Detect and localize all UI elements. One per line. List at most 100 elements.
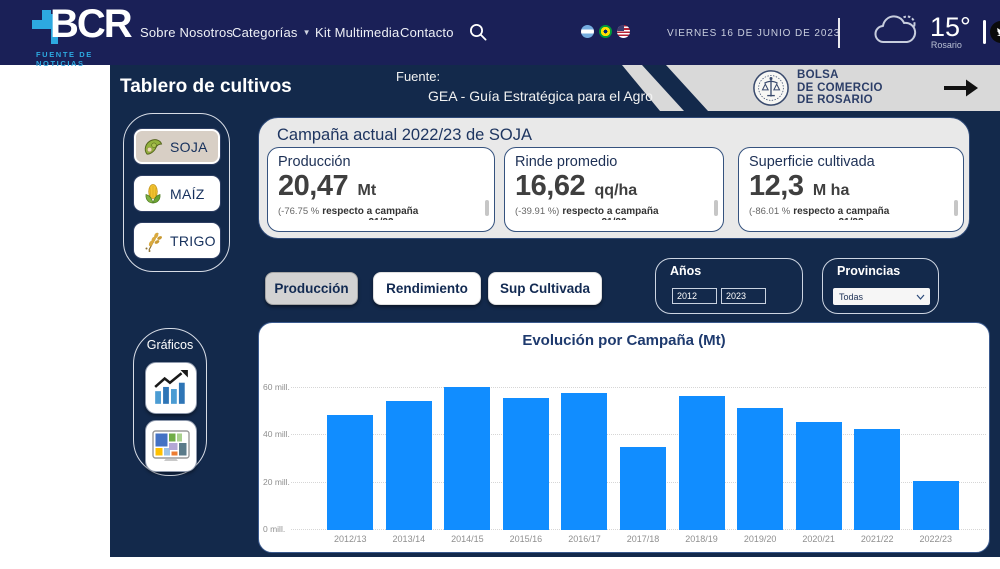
dashboard-header-band: Tablero de cultivos Fuente: GEA - Guía E… bbox=[110, 65, 1000, 111]
social-widget bbox=[983, 20, 1000, 44]
kpi-card-note: (-76.75 %respecto a campaña 21/22 bbox=[278, 204, 484, 220]
y-axis-tick: 40 mill. bbox=[263, 429, 293, 439]
provincias-dropdown[interactable]: Todas bbox=[833, 288, 930, 305]
current-date: VIERNES 16 DE JUNIO DE 2023 bbox=[667, 28, 840, 39]
kpi-card-produccion: Producción 20,47 Mt (-76.75 %respecto a … bbox=[267, 147, 495, 232]
trigo-icon bbox=[141, 229, 165, 253]
flag-eeuu-icon[interactable] bbox=[617, 25, 630, 38]
x-axis-tick: 2019/20 bbox=[731, 534, 790, 544]
crop-button-trigo[interactable]: TRIGO bbox=[133, 222, 221, 259]
graficos-panel: Gráficos bbox=[133, 328, 207, 476]
chart-bar[interactable] bbox=[327, 415, 373, 530]
social-divider bbox=[983, 20, 986, 44]
fuente-label: Fuente: bbox=[396, 69, 440, 84]
evolucion-chart-panel: Evolución por Campaña (Mt) 60 mill. 40 m… bbox=[258, 322, 990, 553]
chart-bar[interactable] bbox=[796, 422, 842, 530]
maiz-icon bbox=[141, 182, 165, 206]
chart-plot-area: 60 mill. 40 mill. 20 mill. 0 mill. bbox=[291, 367, 986, 530]
kpi-card-note: (-86.01 %respecto a campaña 21/22 bbox=[749, 204, 953, 220]
kpi-card-note: (-39.91 %)respecto a campaña 21/22 bbox=[515, 204, 713, 220]
graficos-label: Gráficos bbox=[134, 338, 206, 352]
crop-button-soja[interactable]: SOJA bbox=[133, 128, 221, 165]
bar-chart-view-button[interactable] bbox=[145, 362, 197, 414]
x-axis-tick: 2020/21 bbox=[789, 534, 848, 544]
bolsa-line1: BOLSA bbox=[797, 69, 883, 82]
metric-button-sup-cultivada[interactable]: Sup Cultivada bbox=[488, 272, 602, 305]
chart-bar[interactable] bbox=[854, 429, 900, 530]
chart-title: Evolución por Campaña (Mt) bbox=[259, 332, 989, 349]
chart-bar[interactable] bbox=[737, 408, 783, 530]
y-axis-tick: 20 mill. bbox=[263, 477, 293, 487]
chevron-down-icon: ▼ bbox=[303, 28, 311, 37]
x-axis-tick: 2022/23 bbox=[906, 534, 965, 544]
weather-temp: 15° bbox=[930, 12, 971, 42]
kpi-card-superficie: Superficie cultivada 12,3 M ha (-86.01 %… bbox=[738, 147, 964, 232]
bar-chart-arrow-icon bbox=[152, 369, 190, 407]
treemap-view-button[interactable] bbox=[145, 420, 197, 472]
twitter-icon[interactable] bbox=[990, 21, 1000, 43]
bolsa-line3: DE ROSARIO bbox=[797, 94, 883, 107]
nav-sobre-nosotros[interactable]: Sobre Nosotros bbox=[140, 25, 233, 40]
x-axis-tick: 2017/18 bbox=[614, 534, 673, 544]
x-axis-tick: 2018/19 bbox=[672, 534, 731, 544]
flag-brasil-icon[interactable] bbox=[599, 25, 612, 38]
chart-bar[interactable] bbox=[620, 447, 666, 530]
chart-bar[interactable] bbox=[386, 401, 432, 530]
next-arrow-icon[interactable] bbox=[943, 78, 979, 98]
crop-button-maiz[interactable]: MAÍZ bbox=[133, 175, 221, 212]
anio-hasta-input[interactable] bbox=[721, 288, 766, 304]
search-icon[interactable] bbox=[468, 22, 488, 42]
metric-button-rendimiento[interactable]: Rendimiento bbox=[373, 272, 481, 305]
page: BCR FUENTE DE NOTICIAS Sobre Nosotros Ca… bbox=[0, 0, 1000, 569]
x-axis-tick: 2012/13 bbox=[321, 534, 380, 544]
anios-filter: Años bbox=[655, 258, 803, 314]
provincias-label: Provincias bbox=[837, 264, 900, 278]
x-axis-tick: 2014/15 bbox=[438, 534, 497, 544]
kpi-card-unit: Mt bbox=[358, 182, 377, 199]
kpi-card-value: 12,3 bbox=[749, 170, 803, 202]
bolsa-seal-icon bbox=[752, 69, 790, 107]
dashboard-title: Tablero de cultivos bbox=[120, 76, 292, 98]
cloud-sun-icon bbox=[872, 12, 922, 48]
kpi-card-unit: M ha bbox=[813, 182, 849, 199]
card-scrollbar-thumb[interactable] bbox=[954, 200, 958, 216]
flag-argentina-icon[interactable] bbox=[581, 25, 594, 38]
chart-bars bbox=[321, 367, 965, 530]
kpi-card-label: Superficie cultivada bbox=[749, 154, 953, 170]
metric-button-produccion[interactable]: Producción bbox=[265, 272, 358, 305]
tablero-cultivos-dashboard: Tablero de cultivos Fuente: GEA - Guía E… bbox=[110, 65, 1000, 557]
chart-bar[interactable] bbox=[444, 387, 490, 530]
bolsa-line2: DE COMERCIO bbox=[797, 82, 883, 95]
card-scrollbar-thumb[interactable] bbox=[485, 200, 489, 216]
card-scrollbar-thumb[interactable] bbox=[714, 200, 718, 216]
kpi-card-rinde: Rinde promedio 16,62 qq/ha (-39.91 %)res… bbox=[504, 147, 724, 232]
fuente-value: GEA - Guía Estratégica para el Agro bbox=[428, 88, 653, 104]
kpi-card-label: Producción bbox=[278, 154, 484, 170]
nav-contacto[interactable]: Contacto bbox=[400, 25, 454, 40]
chart-bar[interactable] bbox=[561, 393, 607, 530]
kpi-panel: Campaña actual 2022/23 de SOJA Producció… bbox=[258, 117, 970, 239]
y-axis-tick: 60 mill. bbox=[263, 382, 293, 392]
nav-categorias[interactable]: Categorías▼ bbox=[232, 25, 311, 40]
chevron-down-icon bbox=[916, 294, 925, 300]
chart-bar[interactable] bbox=[679, 396, 725, 530]
x-axis-tick: 2016/17 bbox=[555, 534, 614, 544]
kpi-card-value: 20,47 bbox=[278, 170, 348, 202]
kpi-card-value: 16,62 bbox=[515, 170, 585, 202]
bcr-logo[interactable]: BCR FUENTE DE NOTICIAS bbox=[10, 4, 130, 62]
weather-widget: 15° Rosario bbox=[872, 12, 971, 50]
kpi-card-label: Rinde promedio bbox=[515, 154, 713, 170]
chart-bar[interactable] bbox=[503, 398, 549, 531]
provincias-selected-value: Todas bbox=[833, 292, 916, 302]
anios-label: Años bbox=[670, 264, 701, 278]
x-axis-tick: 2013/14 bbox=[380, 534, 439, 544]
x-axis-labels: 2012/13 2013/14 2014/15 2015/16 2016/17 … bbox=[321, 534, 965, 544]
treemap-icon bbox=[152, 430, 190, 462]
header-divider bbox=[838, 18, 840, 48]
x-axis-tick: 2015/16 bbox=[497, 534, 556, 544]
x-axis-tick: 2021/22 bbox=[848, 534, 907, 544]
chart-bar[interactable] bbox=[913, 481, 959, 530]
nav-kit-multimedia[interactable]: Kit Multimedia bbox=[315, 25, 399, 40]
provincias-filter: Provincias Todas bbox=[822, 258, 939, 314]
anio-desde-input[interactable] bbox=[672, 288, 717, 304]
